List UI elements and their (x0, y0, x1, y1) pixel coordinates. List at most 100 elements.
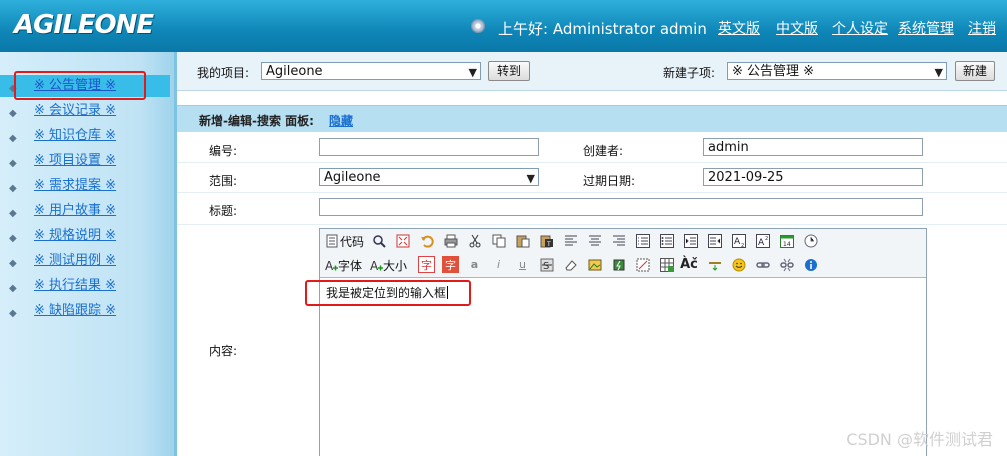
project-select-value: Agileone (266, 64, 323, 79)
copy-icon[interactable] (490, 232, 507, 249)
find-icon[interactable] (370, 232, 387, 249)
project-toolbar: 我的项目: Agileone ▼ 转到 新建子项: ※ 公告管理 ※ ▼ 新建 (177, 52, 1007, 91)
subitem-select[interactable]: ※ 公告管理 ※ ▼ (727, 62, 947, 80)
date-icon[interactable]: 14 (778, 232, 795, 249)
align-center-icon[interactable] (586, 232, 603, 249)
unlink-icon[interactable] (778, 256, 795, 273)
main-content: 我的项目: Agileone ▼ 转到 新建子项: ※ 公告管理 ※ ▼ 新建 … (174, 52, 1007, 456)
expire-date-label: 过期日期: (583, 174, 636, 188)
outdent-icon[interactable] (706, 232, 723, 249)
form-row-id: 编号: 创建者: admin (177, 132, 1007, 163)
agileone-logo[interactable]: AGILEONE (14, 10, 154, 40)
sidebar-item-project-settings[interactable]: ◆ ※ 项目设置 ※ (0, 150, 170, 172)
personal-settings-link[interactable]: 个人设定 (832, 18, 888, 38)
sidebar-item-proposals[interactable]: ◆ ※ 需求提案 ※ (0, 175, 170, 197)
sidebar-item-label[interactable]: ※ 需求提案 ※ (34, 175, 116, 197)
diamond-bullet-icon: ◆ (9, 233, 17, 244)
chinese-version-link[interactable]: 中文版 (776, 18, 818, 38)
ordered-list-icon[interactable] (634, 232, 651, 249)
superscript-icon[interactable]: A2 (754, 232, 771, 249)
sidebar-item-label[interactable]: ※ 缺陷跟踪 ※ (34, 300, 116, 322)
project-select[interactable]: Agileone ▼ (261, 62, 481, 80)
font-size-button[interactable]: 大小 (383, 257, 407, 274)
content-editor-area[interactable]: 我是被定位到的输入框 (320, 278, 926, 456)
sidebar-nav: ◆ ※ 公告管理 ※ ◆ ※ 会议记录 ※ ◆ ※ 知识仓库 ※ ◆ ※ 项目设… (0, 52, 174, 456)
paste-text-icon[interactable]: T (538, 232, 555, 249)
panel-header: 新增-编辑-搜索 面板: 隐藏 (177, 105, 1007, 132)
form-row-scope: 范围: Agileone ▼ 过期日期: 2021-09-25 (177, 162, 1007, 193)
hide-panel-link[interactable]: 隐藏 (329, 112, 353, 129)
sidebar-item-label[interactable]: ※ 会议记录 ※ (34, 100, 116, 122)
insert-table-icon[interactable] (658, 256, 675, 273)
diamond-bullet-icon: ◆ (9, 208, 17, 219)
time-icon[interactable] (802, 232, 819, 249)
sidebar-item-test-cases[interactable]: ◆ ※ 测试用例 ※ (0, 250, 170, 272)
svg-text:A: A (734, 237, 741, 247)
sidebar-item-label[interactable]: ※ 项目设置 ※ (34, 150, 116, 172)
sidebar-item-announcements[interactable]: ◆ ※ 公告管理 ※ (0, 75, 170, 97)
sidebar-item-user-stories[interactable]: ◆ ※ 用户故事 ※ (0, 200, 170, 222)
special-char-icon[interactable]: Àč (678, 256, 700, 273)
italic-icon[interactable]: i (490, 256, 507, 273)
logout-link[interactable]: 注销 (968, 18, 996, 38)
align-right-icon[interactable] (610, 232, 627, 249)
goto-button[interactable]: 转到 (488, 61, 530, 81)
undo-icon[interactable] (418, 232, 435, 249)
align-left-icon[interactable] (562, 232, 579, 249)
sidebar-item-label[interactable]: ※ 规格说明 ※ (34, 225, 116, 247)
strikethrough-icon[interactable]: S (538, 256, 555, 273)
editor-toolbar-row-1: 代码 T A2 A2 14 (320, 229, 926, 253)
emoticon-icon[interactable] (730, 256, 747, 273)
english-version-link[interactable]: 英文版 (718, 18, 760, 38)
background-color-icon[interactable]: 字 (442, 256, 459, 273)
diamond-bullet-icon: ◆ (9, 183, 17, 194)
sidebar-item-defects[interactable]: ◆ ※ 缺陷跟踪 ※ (0, 300, 170, 322)
sidebar-item-meetings[interactable]: ◆ ※ 会议记录 ※ (0, 100, 170, 122)
underline-icon[interactable]: u (514, 256, 531, 273)
calendar-day-text: 14 (783, 241, 791, 248)
paste-icon[interactable] (514, 232, 531, 249)
text-color-icon[interactable]: 字 (418, 256, 435, 273)
creator-field[interactable]: admin (703, 138, 923, 156)
insert-media-icon[interactable] (634, 256, 651, 273)
sidebar-item-label[interactable]: ※ 公告管理 ※ (34, 75, 116, 97)
fullscreen-icon[interactable] (394, 232, 411, 249)
content-label: 内容: (209, 344, 238, 358)
title-field[interactable] (319, 198, 923, 216)
new-button[interactable]: 新建 (955, 61, 995, 81)
sidebar-item-results[interactable]: ◆ ※ 执行结果 ※ (0, 275, 170, 297)
sidebar-item-label[interactable]: ※ 用户故事 ※ (34, 200, 116, 222)
chevron-down-icon: ▼ (526, 172, 535, 185)
svg-text:A: A (325, 259, 334, 272)
subscript-icon[interactable]: A2 (730, 232, 747, 249)
sidebar-item-specs[interactable]: ◆ ※ 规格说明 ※ (0, 225, 170, 247)
link-icon[interactable] (754, 256, 771, 273)
user-status-icon (472, 20, 484, 32)
source-code-button[interactable]: 代码 (340, 233, 364, 250)
source-code-icon[interactable] (323, 232, 340, 249)
id-field[interactable] (319, 138, 539, 156)
about-info-icon[interactable] (802, 256, 819, 273)
panel-title: 新增-编辑-搜索 面板: (199, 114, 314, 128)
system-management-link[interactable]: 系统管理 (898, 18, 954, 38)
sidebar-item-label[interactable]: ※ 知识仓库 ※ (34, 125, 116, 147)
insert-flash-icon[interactable] (610, 256, 627, 273)
horizontal-rule-icon[interactable] (706, 256, 723, 273)
insert-image-icon[interactable] (586, 256, 603, 273)
eraser-icon[interactable] (562, 256, 579, 273)
greeting-text: 上午好: Administrator admin (498, 20, 707, 38)
sidebar-item-label[interactable]: ※ 测试用例 ※ (34, 250, 116, 272)
scope-label: 范围: (209, 174, 238, 188)
header-bar: AGILEONE 上午好: Administrator admin 英文版 中文… (0, 0, 1007, 52)
expire-date-field[interactable]: 2021-09-25 (703, 168, 923, 186)
cut-icon[interactable] (466, 232, 483, 249)
indent-icon[interactable] (682, 232, 699, 249)
unordered-list-icon[interactable] (658, 232, 675, 249)
print-icon[interactable] (442, 232, 459, 249)
scope-select[interactable]: Agileone ▼ (319, 168, 539, 186)
svg-text:2: 2 (765, 236, 768, 242)
font-family-button[interactable]: 字体 (338, 257, 362, 274)
sidebar-item-label[interactable]: ※ 执行结果 ※ (34, 275, 116, 297)
bold-icon[interactable]: a (466, 256, 483, 273)
sidebar-item-knowledge[interactable]: ◆ ※ 知识仓库 ※ (0, 125, 170, 147)
